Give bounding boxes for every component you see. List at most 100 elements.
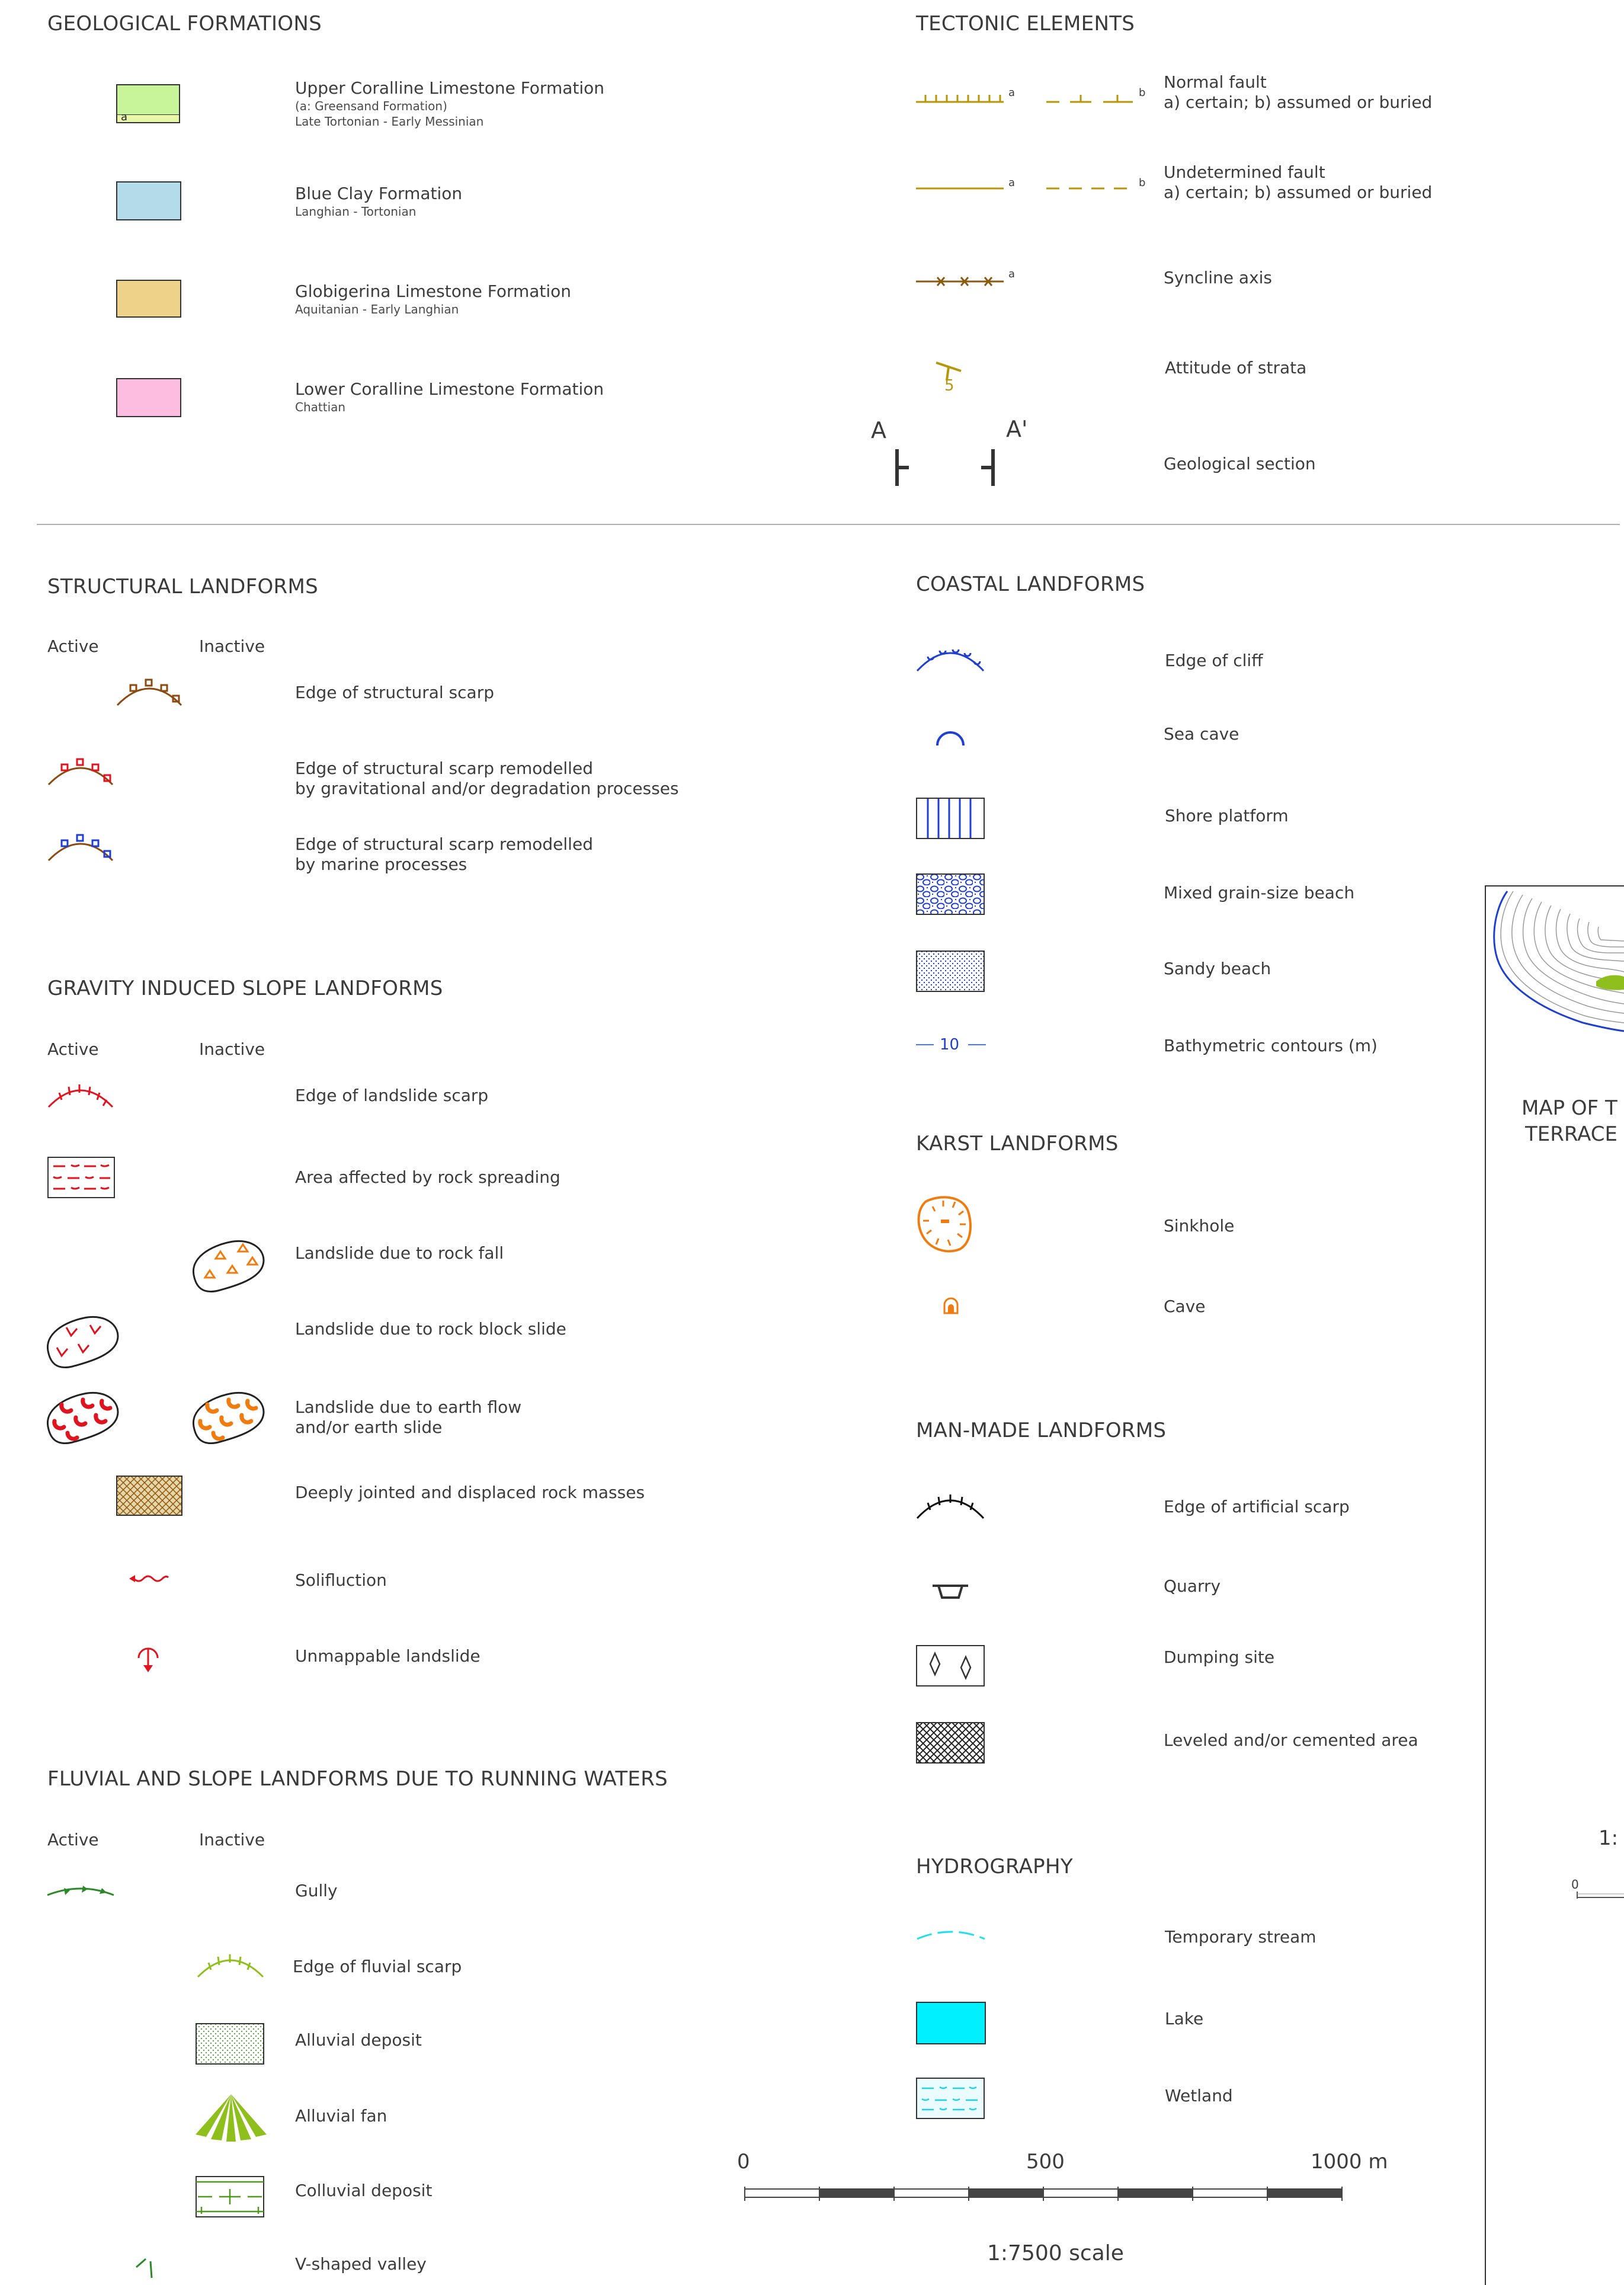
- v-shaped-valley-symbol: [136, 2258, 153, 2278]
- cave-symbol: [943, 1297, 959, 1314]
- label-line: by gravitational and/or degradation proc…: [295, 779, 679, 798]
- man-made-label-1: Quarry: [1164, 1576, 1221, 1596]
- contour-line-right: [968, 1044, 986, 1045]
- label-line: Edge of cliff: [1165, 651, 1263, 670]
- label-line: a) certain; b) assumed or buried: [1164, 183, 1433, 202]
- label-line: Dumping site: [1164, 1647, 1275, 1667]
- fluvial-label-5: V-shaped valley: [295, 2254, 427, 2274]
- heading-hydrography: HYDROGRAPHY: [916, 1855, 1073, 1878]
- label-line: Quarry: [1164, 1576, 1221, 1596]
- section-divider: [37, 524, 1620, 525]
- gravity-label-3: Landslide due to rock block slide: [295, 1319, 566, 1339]
- normal-fault-label: Normal fault a) certain; b) assumed or b…: [1164, 72, 1432, 113]
- coastal-label-4: Sandy beach: [1164, 959, 1271, 979]
- label-line: Edge of structural scarp remodelled: [295, 759, 593, 778]
- sea-cave-symbol: [936, 731, 965, 746]
- label-line: V-shaped valley: [295, 2254, 427, 2274]
- formation-name: Globigerina Limestone Formation: [295, 281, 572, 301]
- formation-label-lower-coralline: Lower Coralline Limestone Formation Chat…: [295, 379, 604, 415]
- alluvial-fan-symbol: [196, 2094, 267, 2142]
- inset-scale-bar: [1577, 1892, 1624, 1899]
- inset-title-line-2: TERRACE: [1525, 1122, 1618, 1146]
- man-made-label-0: Edge of artificial scarp: [1164, 1497, 1350, 1517]
- leveled-area-symbol: [916, 1722, 985, 1764]
- hydrography-label-1: Lake: [1165, 2009, 1203, 2029]
- structural-label-0: Edge of structural scarp: [295, 683, 494, 703]
- label-line: Edge of structural scarp: [295, 683, 494, 702]
- wetland-symbol: [916, 2078, 985, 2119]
- label-line: a) certain; b) assumed or buried: [1164, 92, 1433, 112]
- label-line: Sinkhole: [1164, 1216, 1235, 1236]
- rock-spreading-symbol: [47, 1157, 115, 1198]
- label-line: Mixed grain-size beach: [1164, 883, 1355, 903]
- shore-platform-symbol: [916, 798, 985, 839]
- rock-fall-symbol: [192, 1240, 265, 1292]
- fluvial-label-1: Edge of fluvial scarp: [293, 1957, 462, 1977]
- quarry-symbol: [933, 1585, 968, 1599]
- coastal-label-3: Mixed grain-size beach: [1164, 883, 1354, 903]
- heading-tectonic-elements: TECTONIC ELEMENTS: [916, 12, 1135, 36]
- label-line: Edge of landslide scarp: [295, 1086, 489, 1105]
- gravity-label-2: Landslide due to rock fall: [295, 1243, 504, 1263]
- gravity-label-7: Unmappable landslide: [295, 1646, 481, 1666]
- coastal-label-1: Sea cave: [1164, 724, 1239, 744]
- formation-age: Langhian - Tortonian: [295, 204, 417, 219]
- label-line: Colluvial deposit: [295, 2181, 433, 2200]
- fluvial-label-2: Alluvial deposit: [295, 2030, 422, 2050]
- normal-fault-assumed-symbol: [1046, 95, 1133, 103]
- inset-map-frame: [1485, 885, 1624, 2285]
- label-line: Edge of artificial scarp: [1164, 1497, 1350, 1516]
- label-line: Unmappable landslide: [295, 1646, 481, 1666]
- label-line: Sea cave: [1164, 724, 1239, 744]
- syncline-a-label: a: [1008, 268, 1016, 280]
- fluvial-label-3: Alluvial fan: [295, 2106, 387, 2126]
- fluvial-label-0: Gully: [295, 1881, 338, 1901]
- inset-scale-zero: 0: [1571, 1877, 1579, 1892]
- undetermined-fault-b-label: b: [1139, 177, 1146, 189]
- formation-label-globigerina: Globigerina Limestone Formation Aquitani…: [295, 281, 571, 317]
- formation-note: (a: Greensand Formation): [295, 99, 447, 113]
- section-end-label: A': [1006, 416, 1028, 442]
- scale-tick-0: 0: [737, 2150, 750, 2174]
- formation-swatch-blue-clay: [116, 181, 181, 220]
- formation-swatch-lower-coralline: [116, 378, 181, 417]
- contour-line-left: [916, 1044, 934, 1045]
- unmappable-landslide-symbol: [137, 1647, 159, 1672]
- karst-label-0: Sinkhole: [1164, 1216, 1234, 1236]
- label-line: Shore platform: [1165, 806, 1289, 825]
- attitude-value: 5: [944, 377, 954, 395]
- temporary-stream-symbol: [917, 1931, 985, 1940]
- label-line: Temporary stream: [1165, 1927, 1317, 1947]
- scale-tick-1000: 1000 m: [1311, 2150, 1388, 2174]
- normal-fault-a-label: a: [1008, 87, 1016, 99]
- heading-geological-formations: GEOLOGICAL FORMATIONS: [47, 12, 322, 36]
- column-active: Active: [47, 636, 99, 656]
- syncline-axis-symbol: [916, 277, 1004, 286]
- earth-flow-active-symbol: [46, 1392, 119, 1444]
- formation-name: Upper Coralline Limestone Formation: [295, 78, 605, 98]
- label-line: Area affected by rock spreading: [295, 1167, 560, 1187]
- undetermined-fault-a-label: a: [1008, 177, 1016, 189]
- heading-karst-landforms: KARST LANDFORMS: [916, 1132, 1119, 1156]
- label-line: Bathymetric contours (m): [1164, 1036, 1378, 1055]
- attitude-of-strata-label: Attitude of strata: [1165, 358, 1307, 377]
- man-made-label-3: Leveled and/or cemented area: [1164, 1730, 1418, 1750]
- rock-block-slide-symbol: [46, 1316, 119, 1368]
- scale-caption: 1:7500 scale: [987, 2241, 1124, 2265]
- label-line: Normal fault: [1164, 72, 1267, 92]
- structural-scarp-gravitational-symbol: [47, 758, 114, 786]
- fluvial-label-4: Colluvial deposit: [295, 2181, 432, 2201]
- formation-swatch-globigerina: [116, 280, 181, 318]
- undetermined-fault-label: Undetermined fault a) certain; b) assume…: [1164, 162, 1432, 203]
- structural-scarp-inactive-symbol: [116, 679, 182, 706]
- formation-name: Lower Coralline Limestone Formation: [295, 379, 604, 399]
- inset-scale-fragment: 1:: [1599, 1826, 1619, 1850]
- label-line: Leveled and/or cemented area: [1164, 1730, 1418, 1750]
- label-line: Landslide due to rock block slide: [295, 1319, 566, 1339]
- label-line: Landslide due to earth flow: [295, 1397, 522, 1417]
- heading-gravity-landforms: GRAVITY INDUCED SLOPE LANDFORMS: [47, 977, 443, 1000]
- structural-label-1: Edge of structural scarp remodelled by g…: [295, 759, 679, 799]
- scale-tick-500: 500: [1026, 2150, 1065, 2174]
- column-inactive: Inactive: [199, 636, 265, 656]
- column-inactive: Inactive: [199, 1830, 265, 1849]
